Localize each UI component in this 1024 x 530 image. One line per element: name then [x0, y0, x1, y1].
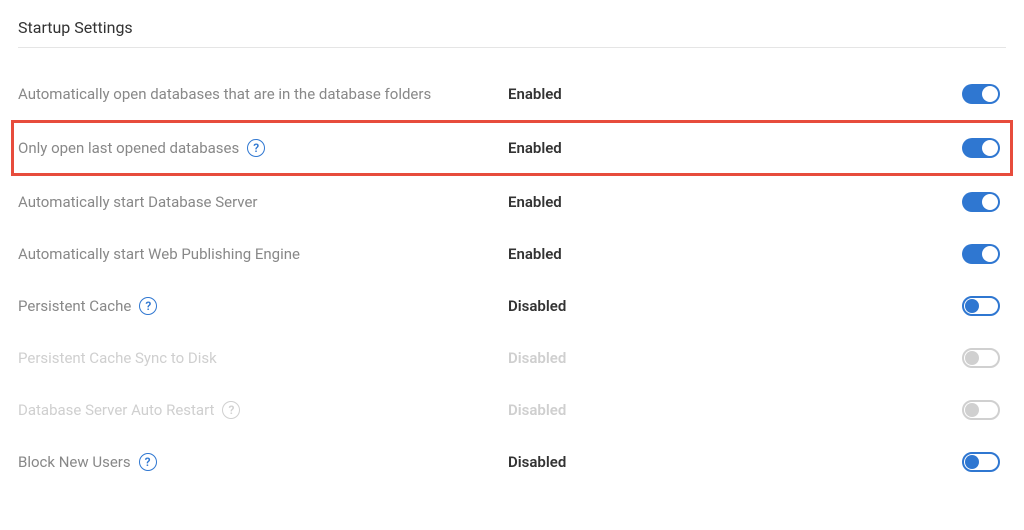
- toggle-only-open-last[interactable]: [962, 138, 1000, 158]
- toggle-col: [708, 244, 1006, 264]
- toggle-knob: [982, 86, 998, 102]
- settings-list: Automatically open databases that are in…: [18, 68, 1006, 488]
- setting-auto-open-databases: Automatically open databases that are in…: [18, 68, 1006, 120]
- toggle-auto-start-web-publishing[interactable]: [962, 244, 1000, 264]
- setting-label-col: Only open last opened databases ?: [18, 137, 508, 160]
- setting-status: Enabled: [508, 193, 708, 211]
- setting-label-col: Automatically start Web Publishing Engin…: [18, 243, 508, 266]
- setting-label: Persistent Cache: [18, 295, 131, 318]
- toggle-auto-start-db-server[interactable]: [962, 192, 1000, 212]
- setting-status: Enabled: [508, 139, 708, 157]
- setting-label-col: Automatically open databases that are in…: [18, 83, 508, 106]
- setting-label: Automatically start Database Server: [18, 191, 258, 214]
- setting-label: Persistent Cache Sync to Disk: [18, 347, 217, 370]
- setting-block-new-users: Block New Users ? Disabled: [18, 436, 1006, 488]
- toggle-col: [708, 192, 1006, 212]
- setting-label: Only open last opened databases: [18, 137, 239, 160]
- setting-label: Automatically open databases that are in…: [18, 83, 431, 106]
- toggle-auto-open-databases[interactable]: [962, 84, 1000, 104]
- toggle-knob: [982, 194, 998, 210]
- setting-status: Enabled: [508, 245, 708, 263]
- toggle-col: [708, 296, 1006, 316]
- toggle-knob: [965, 351, 979, 365]
- setting-label: Database Server Auto Restart: [18, 399, 214, 422]
- setting-status: Disabled: [508, 297, 708, 315]
- setting-persistent-cache-sync: Persistent Cache Sync to Disk Disabled: [18, 332, 1006, 384]
- setting-label-col: Automatically start Database Server: [18, 191, 508, 214]
- setting-only-open-last: Only open last opened databases ? Enable…: [11, 120, 1013, 176]
- toggle-persistent-cache[interactable]: [962, 296, 1000, 316]
- toggle-col: [708, 348, 1006, 368]
- setting-label-col: Persistent Cache ?: [18, 295, 508, 318]
- help-icon[interactable]: ?: [247, 139, 265, 157]
- setting-status: Disabled: [508, 453, 708, 471]
- setting-db-server-auto-restart: Database Server Auto Restart ? Disabled: [18, 384, 1006, 436]
- help-icon[interactable]: ?: [139, 453, 157, 471]
- help-icon: ?: [222, 401, 240, 419]
- toggle-knob: [965, 455, 979, 469]
- setting-label: Block New Users: [18, 451, 131, 474]
- help-icon[interactable]: ?: [139, 297, 157, 315]
- setting-persistent-cache: Persistent Cache ? Disabled: [18, 280, 1006, 332]
- setting-label-col: Block New Users ?: [18, 451, 508, 474]
- setting-auto-start-web-publishing: Automatically start Web Publishing Engin…: [18, 228, 1006, 280]
- setting-status: Disabled: [508, 349, 708, 367]
- toggle-knob: [965, 299, 979, 313]
- toggle-col: [708, 84, 1006, 104]
- setting-status: Disabled: [508, 401, 708, 419]
- setting-label-col: Persistent Cache Sync to Disk: [18, 347, 508, 370]
- toggle-col: [708, 452, 1006, 472]
- toggle-knob: [965, 403, 979, 417]
- toggle-knob: [982, 246, 998, 262]
- toggle-col: [708, 400, 1006, 420]
- section-title: Startup Settings: [18, 18, 1006, 48]
- setting-auto-start-db-server: Automatically start Database Server Enab…: [18, 176, 1006, 228]
- toggle-persistent-cache-sync: [962, 348, 1000, 368]
- toggle-block-new-users[interactable]: [962, 452, 1000, 472]
- setting-label: Automatically start Web Publishing Engin…: [18, 243, 300, 266]
- setting-status: Enabled: [508, 85, 708, 103]
- setting-label-col: Database Server Auto Restart ?: [18, 399, 508, 422]
- toggle-col: [708, 138, 1006, 158]
- toggle-knob: [982, 140, 998, 156]
- toggle-db-server-auto-restart: [962, 400, 1000, 420]
